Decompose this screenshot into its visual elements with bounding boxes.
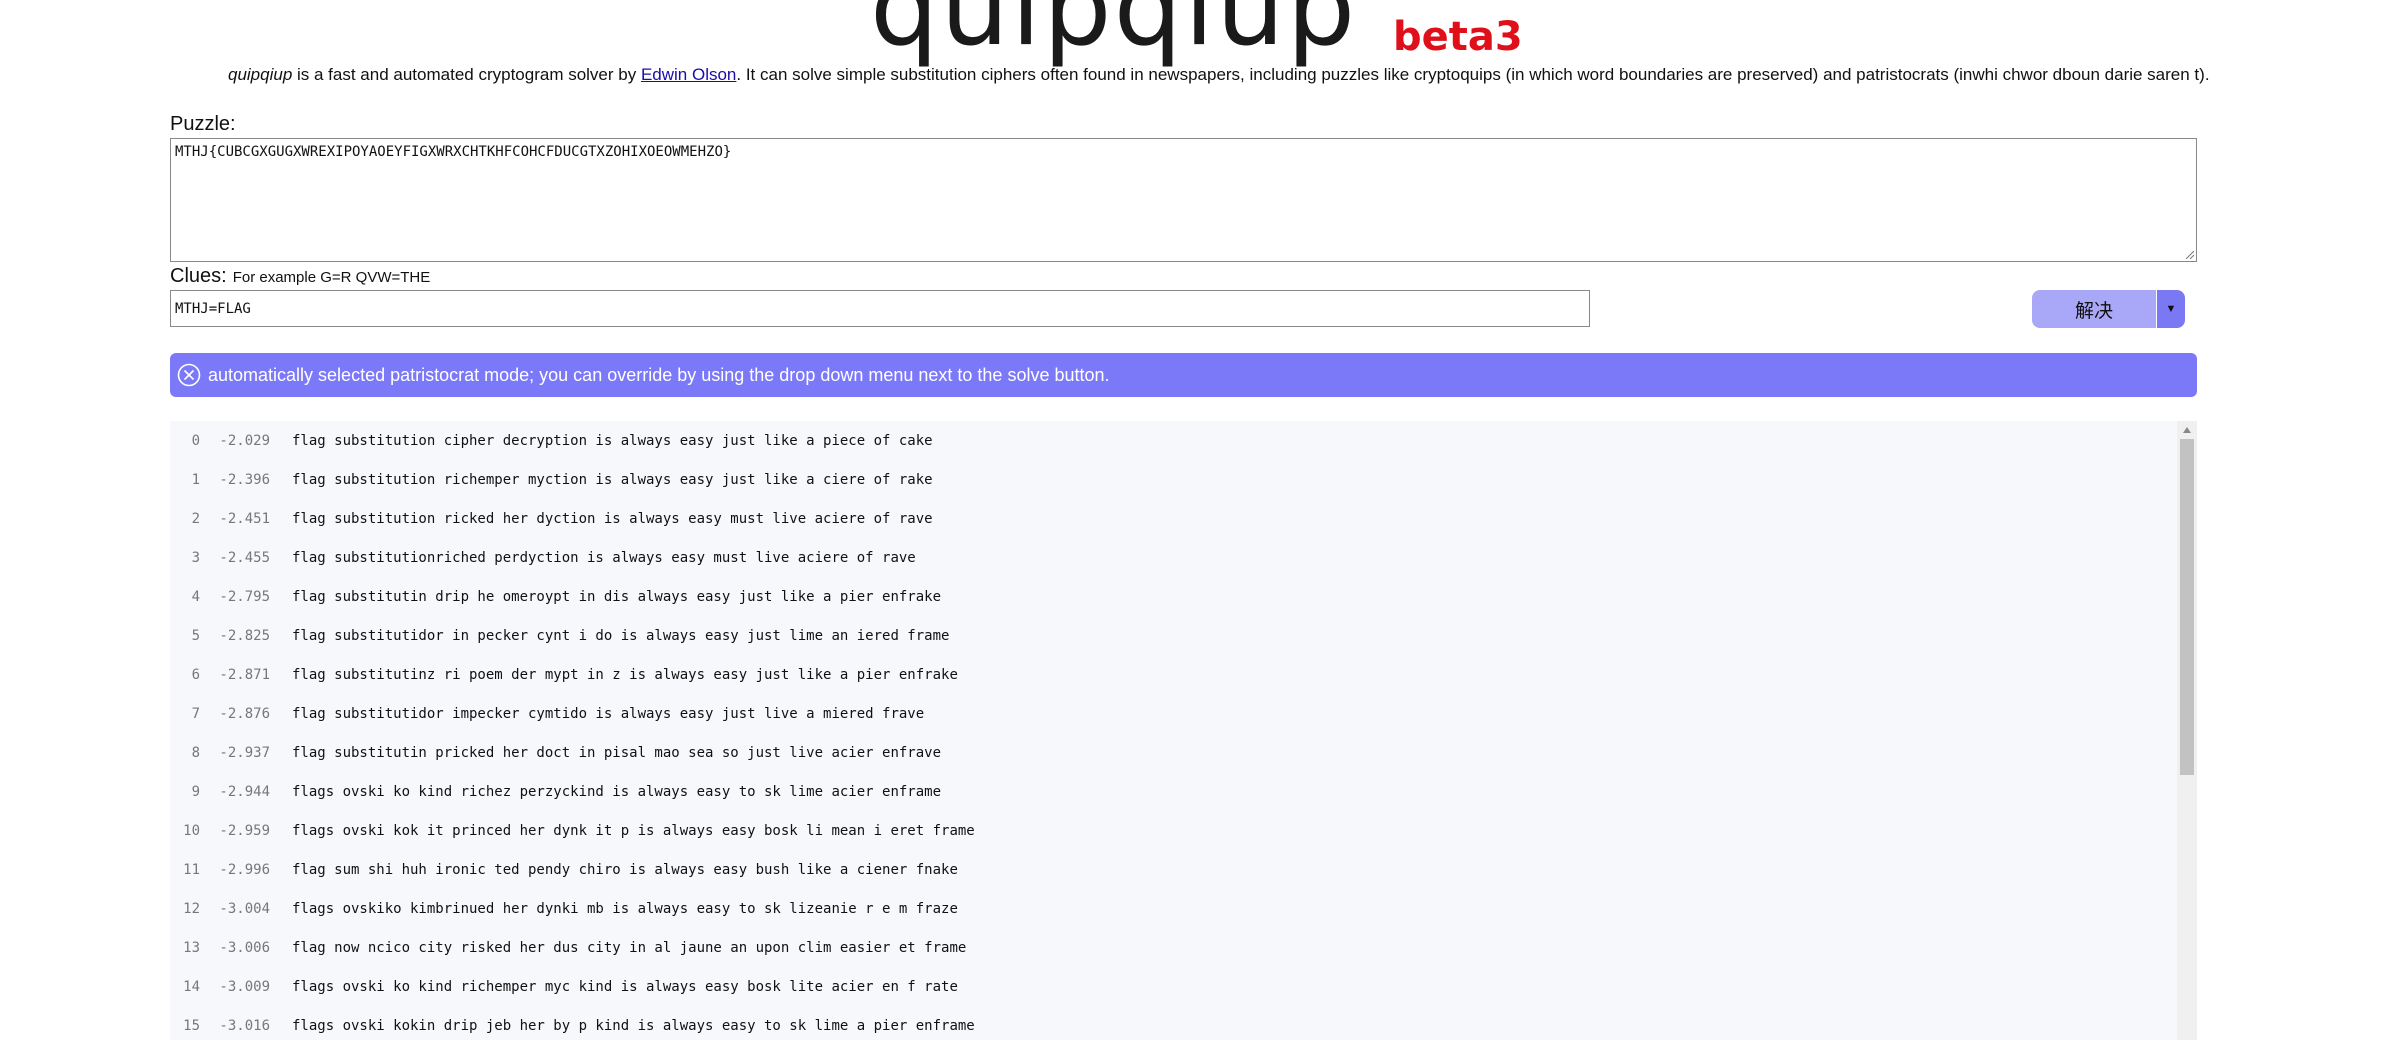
beta-tag: beta3 (1393, 14, 1523, 60)
result-text: flag substitution ricked her dyction is … (292, 510, 933, 527)
result-index: 2 (191, 510, 200, 527)
result-score: -2.959 (219, 822, 270, 839)
result-score: -2.396 (219, 471, 270, 488)
result-index: 12 (183, 900, 200, 917)
puzzle-text: MTHJ{CUBCGXGUGXWREXIPOYAOEYFIGXWRXCHTKHF… (175, 144, 732, 160)
result-text: flag substitution richemper myction is a… (292, 471, 933, 488)
result-index: 9 (191, 783, 200, 800)
results-scrollbar[interactable] (2177, 421, 2197, 1040)
resize-grip-icon[interactable] (2184, 249, 2194, 259)
intro-mid: is a fast and automated cryptogram solve… (292, 65, 641, 84)
result-text: flags ovski ko kind richez perzyckind is… (292, 783, 942, 800)
result-score: -2.944 (219, 783, 270, 800)
result-row[interactable]: 8 -2.937 flag substitutin pricked her doct… (170, 733, 2170, 772)
result-score: -2.455 (219, 549, 270, 566)
triangle-up-icon (2183, 427, 2191, 433)
puzzle-textarea[interactable]: MTHJ{CUBCGXGUGXWREXIPOYAOEYFIGXWRXCHTKHF… (170, 138, 2197, 262)
scroll-up-button[interactable] (2177, 421, 2197, 439)
result-index: 15 (183, 1017, 200, 1034)
result-index: 13 (183, 939, 200, 956)
result-row[interactable]: 7 -2.876 flag substitutidor impecker cymti… (170, 694, 2170, 733)
result-row[interactable]: 13 -3.006 flag now ncico city risked her d… (170, 928, 2170, 967)
result-text: flags ovski ko kind richemper myc kind i… (292, 978, 958, 995)
result-index: 11 (183, 861, 200, 878)
result-score: -3.004 (219, 900, 270, 917)
intro-app-name: quipqiup (228, 65, 293, 84)
result-row[interactable]: 3 -2.455 flag substitutionriched perdyctio… (170, 538, 2170, 577)
clues-hint: For example G=R QVW=THE (232, 269, 431, 286)
scroll-thumb[interactable] (2180, 439, 2194, 775)
result-score: -2.451 (219, 510, 270, 527)
result-text: flag substitutionriched perdyction is al… (292, 549, 916, 566)
result-row[interactable]: 11 -2.996 flag sum shi huh ironic ted pend… (170, 850, 2170, 889)
clues-input[interactable]: MTHJ=FLAG (170, 290, 1590, 327)
result-score: -3.016 (219, 1017, 270, 1034)
intro-text: quipqiup is a fast and automated cryptog… (228, 65, 2228, 85)
result-text: flag substitution cipher decryption is a… (292, 432, 933, 449)
result-score: -2.937 (219, 744, 270, 761)
solve-button[interactable]: 解决 (2032, 290, 2156, 328)
result-index: 7 (191, 705, 200, 722)
close-circle-icon[interactable] (176, 362, 202, 388)
result-text: flag substitutinz ri poem der mypt in z … (292, 666, 958, 683)
result-score: -2.996 (219, 861, 270, 878)
result-index: 14 (183, 978, 200, 995)
result-score: -2.876 (219, 705, 270, 722)
result-row[interactable]: 0 -2.029 flag substitution cipher decrypti… (170, 421, 2170, 460)
results-rows: 0 -2.029 flag substitution cipher decrypti… (170, 421, 2170, 1040)
clues-label-text: Clues: (170, 265, 227, 287)
logo: quipqiup (870, 0, 1358, 70)
puzzle-label: Puzzle: (170, 113, 236, 135)
result-score: -2.871 (219, 666, 270, 683)
result-index: 6 (191, 666, 200, 683)
result-text: flags ovskiko kimbrinued her dynki mb is… (292, 900, 958, 917)
result-row[interactable]: 5 -2.825 flag substitutidor in pecker cynt… (170, 616, 2170, 655)
result-text: flag sum shi huh ironic ted pendy chiro … (292, 861, 958, 878)
result-row[interactable]: 2 -2.451 flag substitution ricked her dyct… (170, 499, 2170, 538)
result-row[interactable]: 12 -3.004 flags ovskiko kimbrinued her dyn… (170, 889, 2170, 928)
result-score: -2.825 (219, 627, 270, 644)
solve-button-group: 解决 ▼ (2032, 290, 2185, 328)
result-index: 0 (191, 432, 200, 449)
result-row[interactable]: 9 -2.944 flags ovski ko kind richez perzyc… (170, 772, 2170, 811)
result-text: flag substitutidor in pecker cynt i do i… (292, 627, 950, 644)
result-score: -3.009 (219, 978, 270, 995)
result-text: flag substitutin drip he omeroypt in dis… (292, 588, 942, 605)
clues-label: Clues: For example G=R QVW=THE (170, 265, 430, 288)
result-score: -2.029 (219, 432, 270, 449)
result-row[interactable]: 10 -2.959 flags ovski kok it princed her d… (170, 811, 2170, 850)
author-link[interactable]: Edwin Olson (641, 65, 736, 84)
result-index: 8 (191, 744, 200, 761)
result-score: -3.006 (219, 939, 270, 956)
result-text: flag now ncico city risked her dus city … (292, 939, 967, 956)
result-row[interactable]: 4 -2.795 flag substitutin drip he omeroypt… (170, 577, 2170, 616)
result-index: 1 (191, 471, 200, 488)
result-row[interactable]: 6 -2.871 flag substitutinz ri poem der myp… (170, 655, 2170, 694)
result-index: 5 (191, 627, 200, 644)
intro-rest: . It can solve simple substitution ciphe… (736, 65, 2210, 84)
result-row[interactable]: 14 -3.009 flags ovski ko kind richemper my… (170, 967, 2170, 1006)
result-text: flag substitutidor impecker cymtido is a… (292, 705, 925, 722)
banner-message: automatically selected patristocrat mode… (208, 364, 1110, 385)
logo-area: quipqiup beta3 (870, 0, 1523, 70)
result-index: 10 (183, 822, 200, 839)
result-text: flag substitutin pricked her doct in pis… (292, 744, 942, 761)
result-text: flags ovski kokin drip jeb her by p kind… (292, 1017, 975, 1034)
result-row[interactable]: 15 -3.016 flags ovski kokin drip jeb her b… (170, 1006, 2170, 1040)
clues-value: MTHJ=FLAG (175, 300, 251, 317)
mode-banner: automatically selected patristocrat mode… (170, 353, 2197, 397)
result-text: flags ovski kok it princed her dynk it p… (292, 822, 975, 839)
result-index: 3 (191, 549, 200, 566)
result-index: 4 (191, 588, 200, 605)
results-list[interactable]: 0 -2.029 flag substitution cipher decrypti… (170, 421, 2197, 1040)
solve-mode-dropdown[interactable]: ▼ (2157, 290, 2185, 328)
result-row[interactable]: 1 -2.396 flag substitution richemper mycti… (170, 460, 2170, 499)
result-score: -2.795 (219, 588, 270, 605)
